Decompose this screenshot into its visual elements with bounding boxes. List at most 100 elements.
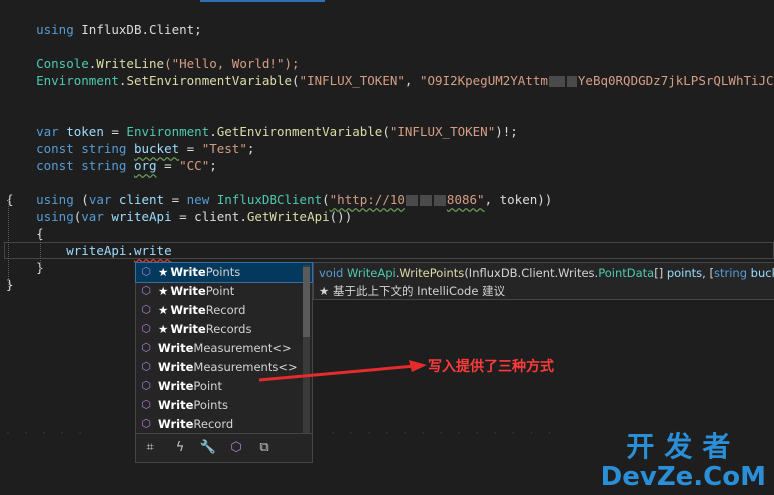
completion-item-rest: Record — [193, 417, 234, 431]
redacted-blur — [419, 195, 432, 206]
method-filter-icon[interactable]: ⬡ — [226, 438, 246, 458]
completion-item[interactable]: ⬡ ★ WriteRecords — [136, 320, 312, 339]
completion-item-match: Write — [158, 398, 194, 412]
method-cube-icon: ⬡ — [141, 265, 151, 278]
method-cube-icon: ⬡ — [141, 398, 151, 411]
completion-item-match: Write — [158, 379, 194, 393]
watermark-bottom: DevZe.CoM — [600, 462, 766, 492]
url-part2[interactable]: 8086" — [447, 192, 485, 207]
return-type: void — [319, 266, 347, 280]
red-arrow-icon — [258, 360, 427, 382]
writeapi-var: writeApi — [103, 209, 172, 224]
string-keyword: string — [713, 266, 747, 280]
scrollbar-thumb[interactable] — [303, 267, 310, 337]
param-name: points — [666, 266, 703, 280]
getwriteapi-method: GetWriteApi — [246, 209, 330, 224]
method-cube-icon: ⬡ — [141, 379, 151, 392]
code-line-const-bucket: const string bucket = "Test"; — [6, 123, 254, 156]
completion-item-match: Write — [158, 341, 194, 355]
completion-item[interactable]: ⬡ WritePoints — [136, 396, 312, 415]
open-paren: ( — [292, 73, 300, 88]
completion-item[interactable]: ⬡ ★ WritePoint — [136, 282, 312, 301]
url-part1[interactable]: "http://10 — [330, 192, 405, 207]
redacted-blur — [433, 195, 446, 206]
redacted-blur — [548, 76, 565, 87]
code-line-using-client: using (var client = new InfluxDBClient("… — [6, 174, 552, 207]
influx-token-key: "INFLUX_TOKEN" — [299, 73, 405, 88]
method-cube-icon: ⬡ — [141, 322, 151, 335]
redacted-blur — [566, 76, 577, 87]
keyword-const: const — [36, 158, 74, 173]
equals: = — [156, 158, 180, 173]
intellicode-star-icon: ★ — [158, 322, 169, 336]
code-editor[interactable]: using InfluxDB.Client; Console.WriteLine… — [0, 0, 774, 495]
influx-token-key: "INFLUX_TOKEN" — [389, 124, 496, 139]
reference-underline — [200, 0, 325, 2]
param-namespace: (InfluxDB.Client.Writes. — [464, 266, 599, 280]
set-env-method: SetEnvironmentVariable — [126, 73, 293, 88]
redacted-blur — [405, 195, 418, 206]
intellicode-star-icon: ★ — [158, 265, 169, 279]
writeapi-object: writeApi — [66, 243, 127, 258]
completion-item-match: Write — [170, 284, 206, 298]
signature-tooltip: void WriteApi.WritePoints(InfluxDB.Clien… — [313, 262, 774, 300]
completion-item-match: Write — [170, 265, 206, 279]
intellicode-note: ★ 基于此上下文的 IntelliCode 建议 — [319, 284, 506, 298]
completion-item-rest: Record — [205, 303, 246, 317]
param-tail: buck — [750, 266, 774, 280]
watermark-top: 开发者 — [626, 430, 741, 463]
completion-filter-bar: ⌗ ϟ 🔧 ⬡ ⧉ — [136, 433, 312, 462]
code-line-brace-open-inner: { — [6, 225, 44, 242]
args-tail: , token)) — [484, 192, 553, 207]
keyword-string: string — [73, 158, 127, 173]
close-paren: ()) — [329, 209, 353, 224]
completion-item[interactable]: ⬡ WriteRecord — [136, 415, 312, 434]
influxdbclient-type: InfluxDBClient — [209, 192, 323, 207]
method-cube-icon: ⬡ — [141, 303, 151, 316]
keyword-new: new — [186, 192, 210, 207]
indent-guide — [8, 199, 9, 287]
method-name: WritePoints — [399, 266, 465, 280]
extension-filter-icon[interactable]: ⧉ — [254, 438, 274, 458]
keyword-using: using — [36, 209, 74, 224]
method-cube-icon: ⬡ — [141, 341, 151, 354]
code-line-set-env: Environment.SetEnvironmentVariable("INFL… — [6, 55, 774, 88]
property-filter-icon[interactable]: 🔧 — [198, 438, 218, 458]
indent-guide — [40, 233, 41, 271]
completion-item-rest: Point — [205, 284, 235, 298]
code-line-writeapi-write[interactable]: writeApi.write — [6, 242, 172, 259]
method-cube-icon: ⬡ — [141, 284, 151, 297]
completion-item-match: Write — [158, 417, 194, 431]
comma: , — [404, 73, 420, 88]
completion-item-match: Write — [170, 322, 206, 336]
separator: , [ — [702, 266, 714, 280]
token-value-part1: "O9I2KpegUM2YAttm — [419, 73, 548, 88]
declaring-type: WriteApi — [347, 266, 396, 280]
org-value: "CC" — [179, 158, 210, 173]
whitespace-dots: · · · · · — [5, 428, 87, 439]
code-line-const-org: const string org = "CC"; — [6, 140, 217, 173]
completion-item[interactable]: ⬡ ★ WriteRecord — [136, 301, 312, 320]
completion-item-match: Write — [170, 303, 206, 317]
method-cube-icon: ⬡ — [141, 417, 151, 430]
annotation-text: 写入提供了三种方式 — [428, 359, 554, 375]
param-type: PointData — [598, 266, 655, 280]
completion-item[interactable]: ⬡ WriteMeasurement<> — [136, 339, 312, 358]
event-filter-icon[interactable]: ϟ — [170, 438, 190, 458]
equals-client: = client. — [171, 209, 247, 224]
code-line-using-influxdb: using InfluxDB.Client; — [6, 4, 202, 37]
code-line-var-token: var token = Environment.GetEnvironmentVa… — [6, 106, 518, 139]
equals: = — [164, 192, 187, 207]
code-line-brace-close-inner: } — [6, 259, 44, 276]
intellicode-star-icon: ★ — [158, 284, 169, 298]
keyword-var: var — [88, 192, 112, 207]
code-line-using-writeapi: using(var writeApi = client.GetWriteApi(… — [6, 208, 352, 225]
typed-text[interactable]: write — [134, 243, 172, 258]
keyword-using: using — [36, 192, 74, 207]
snippet-filter-icon[interactable]: ⌗ — [140, 438, 160, 458]
completion-item-rest: Points — [193, 398, 228, 412]
semicolon: ; — [209, 158, 217, 173]
completion-item[interactable]: ⬡ ★ WritePoints — [135, 262, 313, 283]
namespace-text: InfluxDB.Client; — [73, 22, 202, 37]
semicolon: ; — [246, 141, 255, 156]
